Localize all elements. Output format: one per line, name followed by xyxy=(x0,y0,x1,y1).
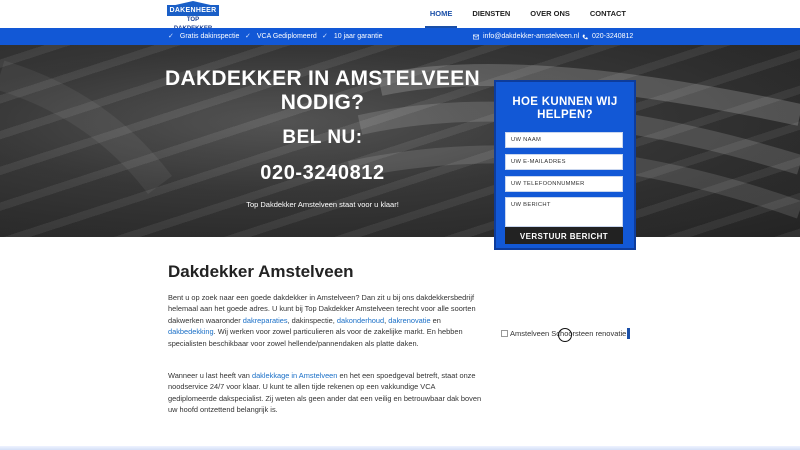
main-nav: HOME DIENSTEN OVER ONS CONTACT xyxy=(420,0,636,28)
email-contact[interactable]: info@dakdekker-amstelveen.nl xyxy=(473,28,579,45)
usp-label: Gratis dakinspectie xyxy=(179,33,240,40)
send-message-button[interactable]: VERSTUUR BERICHT xyxy=(505,227,623,244)
envelope-icon xyxy=(473,34,479,39)
link-dakonderhoud[interactable]: dakonderhoud xyxy=(337,316,384,325)
nav-over-ons[interactable]: OVER ONS xyxy=(520,0,580,28)
paragraph-text: , dakinspectie, xyxy=(287,315,337,325)
phone-link[interactable]: 020-3240812 xyxy=(592,28,633,45)
email-field[interactable]: UW E-MAILADRES xyxy=(505,154,623,170)
link-daklekkage[interactable]: daklekkage in Amstelveen xyxy=(252,371,337,380)
name-field[interactable]: UW NAAM xyxy=(505,132,623,148)
intro-paragraph: Bent u op zoek naar een goede dakdekker … xyxy=(168,292,484,349)
text-cursor-bar xyxy=(627,328,631,339)
content-heading: Dakdekker Amstelveen xyxy=(168,262,354,281)
usp-item: ✓ Gratis dakinspectie xyxy=(168,28,239,45)
mouse-cursor-icon xyxy=(558,328,572,342)
footer-edge xyxy=(0,446,800,450)
hero-phone[interactable]: 020-3240812 xyxy=(150,162,495,185)
broken-image-icon xyxy=(501,330,508,337)
service-paragraph: Wanneer u last heeft van daklekkage in A… xyxy=(168,370,484,416)
usp-item: ✓ 10 jaar garantie xyxy=(322,28,383,45)
form-title: HOE KUNNEN WIJ HELPEN? xyxy=(512,96,618,121)
message-field[interactable]: UW BERICHT xyxy=(505,197,623,227)
nav-diensten[interactable]: DIENSTEN xyxy=(462,0,520,28)
hero-section: DAKDEKKER IN AMSTELVEEN NODIG? BEL NU: 0… xyxy=(0,45,800,237)
logo-line-1: DAKENHEER xyxy=(167,5,219,16)
nav-home[interactable]: HOME xyxy=(420,0,463,28)
phone-contact[interactable]: 020-3240812 xyxy=(582,28,633,45)
link-dakreparaties[interactable]: dakreparaties xyxy=(243,316,288,325)
phone-field[interactable]: UW TELEFOONNUMMER xyxy=(505,176,623,192)
link-dakbedekking[interactable]: dakbedekking xyxy=(168,327,214,336)
site-logo[interactable]: DAKENHEER TOP DAKDEKKER xyxy=(167,1,219,32)
top-navbar: DAKENHEER TOP DAKDEKKER HOME DIENSTEN OV… xyxy=(0,0,800,32)
check-icon: ✓ xyxy=(168,33,174,40)
contact-form: HOE KUNNEN WIJ HELPEN? UW NAAM UW E-MAIL… xyxy=(494,80,636,250)
nav-contact[interactable]: CONTACT xyxy=(580,0,636,28)
link-dakrenovatie[interactable]: dakrenovatie xyxy=(388,316,430,325)
check-icon: ✓ xyxy=(322,33,328,40)
hero-subtitle: Top Dakdekker Amstelveen staat voor u kl… xyxy=(246,200,399,209)
email-link[interactable]: info@dakdekker-amstelveen.nl xyxy=(483,28,579,45)
logo-line-2: TOP DAKDEKKER xyxy=(174,17,212,32)
usp-label: VCA Gediplomeerd xyxy=(256,33,317,40)
check-icon: ✓ xyxy=(245,33,251,40)
phone-icon xyxy=(582,34,588,39)
paragraph-text: Wanneer u last heeft van xyxy=(168,371,252,380)
paragraph-text: en xyxy=(430,315,441,325)
usp-item: ✓ VCA Gediplomeerd xyxy=(245,28,317,45)
info-bar: ✓ Gratis dakinspectie ✓ VCA Gediplomeerd… xyxy=(0,28,800,45)
hero-title: DAKDEKKER IN AMSTELVEEN NODIG? xyxy=(165,67,480,114)
hero-call-label: BEL NU: xyxy=(282,127,363,148)
usp-label: 10 jaar garantie xyxy=(333,33,383,40)
